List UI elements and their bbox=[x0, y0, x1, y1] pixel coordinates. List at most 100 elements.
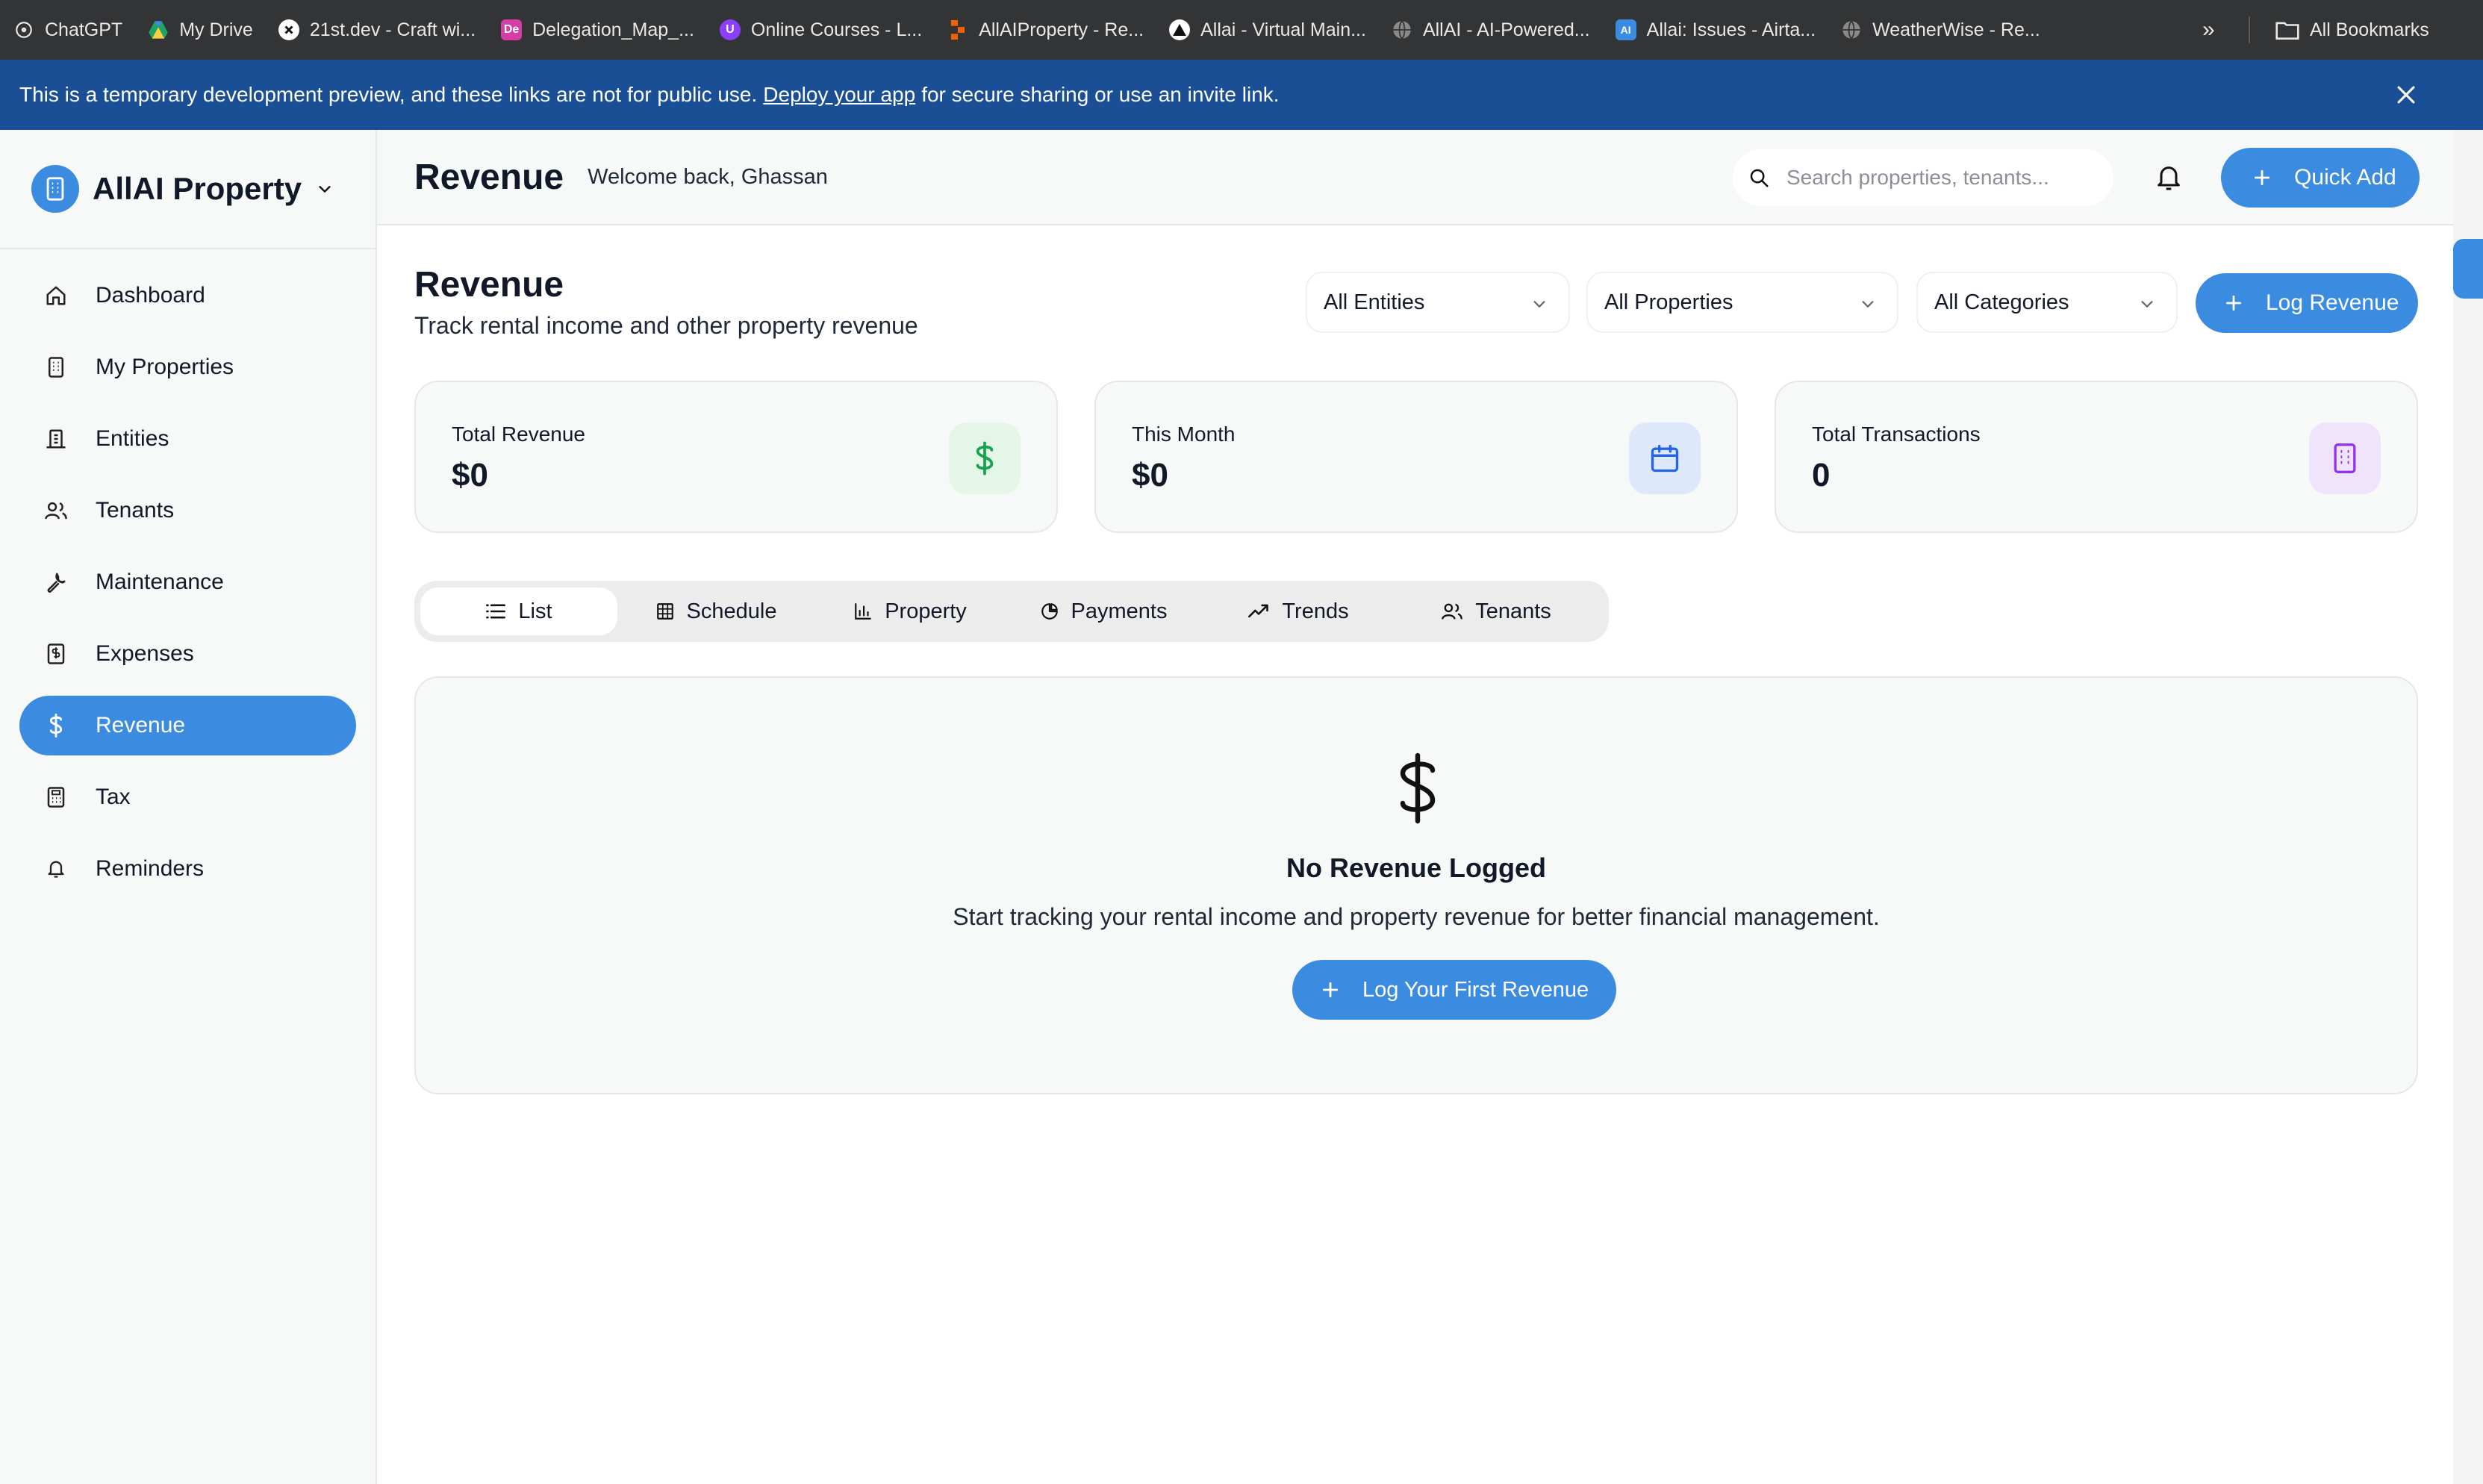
quick-add-button[interactable]: Quick Add bbox=[2221, 148, 2420, 208]
all-bookmarks-button[interactable]: All Bookmarks bbox=[2275, 0, 2429, 60]
chevron-down-icon bbox=[1862, 301, 1874, 308]
replit-icon bbox=[947, 19, 968, 40]
categories-filter-select[interactable]: All Categories bbox=[1916, 272, 2178, 333]
google-drive-icon bbox=[148, 19, 169, 40]
plus-icon bbox=[1322, 982, 1339, 998]
bookmark-my-drive[interactable]: My Drive bbox=[148, 0, 253, 60]
bookmark-allai-issues[interactable]: AI Allai: Issues - Airta... bbox=[1615, 0, 1816, 60]
sidebar-item-label: Tenants bbox=[96, 498, 175, 523]
sidebar-item-tenants[interactable]: Tenants bbox=[19, 481, 356, 540]
chevron-down-icon bbox=[319, 186, 331, 193]
section-title: Revenue bbox=[414, 265, 564, 305]
sidebar-item-expenses[interactable]: Expenses bbox=[19, 624, 356, 684]
trending-up-icon bbox=[1248, 604, 1269, 618]
building-icon bbox=[31, 165, 79, 213]
sidebar-item-label: Revenue bbox=[96, 713, 186, 738]
bookmark-label: My Drive bbox=[179, 19, 253, 40]
search-box[interactable] bbox=[1733, 149, 2113, 206]
log-revenue-button[interactable]: Log Revenue bbox=[2196, 273, 2418, 333]
udemy-icon: U bbox=[719, 19, 741, 40]
entities-filter-select[interactable]: All Entities bbox=[1306, 272, 1570, 333]
properties-filter-select[interactable]: All Properties bbox=[1586, 272, 1898, 333]
bookmark-allaiproperty[interactable]: AllAIProperty - Re... bbox=[947, 0, 1144, 60]
sidebar-item-my-properties[interactable]: My Properties bbox=[19, 337, 356, 397]
search-input[interactable] bbox=[1786, 166, 2085, 190]
stat-label: Total Transactions bbox=[1812, 423, 1981, 446]
sidebar-item-tax[interactable]: Tax bbox=[19, 767, 356, 827]
ai-icon: AI bbox=[1615, 19, 1636, 40]
users-icon bbox=[1442, 603, 1463, 620]
sidebar-item-maintenance[interactable]: Maintenance bbox=[19, 552, 356, 612]
tab-list[interactable]: List bbox=[420, 587, 617, 635]
top-header: Revenue Welcome back, Ghassan Quick Add bbox=[377, 130, 2453, 225]
welcome-message: Welcome back, Ghassan bbox=[588, 164, 828, 189]
empty-state-title: No Revenue Logged bbox=[1286, 852, 1547, 883]
sidebar-item-revenue[interactable]: Revenue bbox=[19, 696, 356, 755]
tab-property[interactable]: Property bbox=[814, 587, 1006, 635]
deploy-app-link[interactable]: Deploy your app bbox=[763, 83, 915, 107]
tab-tenants[interactable]: Tenants bbox=[1395, 587, 1597, 635]
bookmark-delegation-map[interactable]: De Delegation_Map_... bbox=[501, 0, 694, 60]
sidebar-item-label: Entities bbox=[96, 426, 169, 451]
bookmark-label: Delegation_Map_... bbox=[532, 19, 694, 40]
bookmark-label: AllAIProperty - Re... bbox=[979, 19, 1144, 40]
entities-icon bbox=[43, 426, 69, 452]
plus-icon bbox=[2225, 295, 2242, 311]
stat-card-total-revenue: Total Revenue $0 bbox=[414, 381, 1058, 533]
grid-icon bbox=[656, 603, 673, 620]
bookmark-label: AllAI - AI-Powered... bbox=[1422, 19, 1590, 40]
building-icon bbox=[2309, 423, 2381, 494]
bookmark-label: Online Courses - L... bbox=[750, 19, 923, 40]
sidebar-item-reminders[interactable]: Reminders bbox=[19, 839, 356, 899]
log-revenue-label: Log Revenue bbox=[2266, 290, 2399, 315]
empty-state-text: Start tracking your rental income and pr… bbox=[953, 903, 1880, 930]
sidebar-item-dashboard[interactable]: Dashboard bbox=[19, 266, 356, 325]
log-first-revenue-label: Log Your First Revenue bbox=[1362, 977, 1589, 1002]
pie-chart-icon bbox=[1041, 603, 1058, 620]
cropped-window-edge bbox=[2453, 0, 2483, 1484]
bell-icon bbox=[43, 856, 69, 882]
dev-preview-banner: This is a temporary development preview,… bbox=[0, 60, 2453, 130]
bookmark-21st[interactable]: 21st.dev - Craft wi... bbox=[278, 0, 476, 60]
notifications-bell-icon[interactable] bbox=[2154, 163, 2184, 193]
stat-value: $0 bbox=[452, 457, 488, 493]
globe-icon bbox=[1841, 19, 1862, 40]
tab-label: Trends bbox=[1282, 599, 1349, 623]
close-icon[interactable] bbox=[2393, 82, 2419, 107]
globe-icon bbox=[1392, 19, 1412, 40]
bar-chart-icon bbox=[855, 603, 872, 620]
bookmark-label: WeatherWise - Re... bbox=[1872, 19, 2040, 40]
sidebar-item-label: Dashboard bbox=[96, 283, 205, 308]
chatgpt-icon bbox=[13, 19, 34, 40]
bookmark-allai-powered[interactable]: AllAI - AI-Powered... bbox=[1392, 0, 1590, 60]
bookmark-label: 21st.dev - Craft wi... bbox=[309, 19, 476, 40]
dollar-icon bbox=[1400, 752, 1436, 824]
brand-switcher[interactable]: AllAI Property bbox=[0, 130, 376, 249]
tab-trends[interactable]: Trends bbox=[1201, 587, 1395, 635]
receipt-icon bbox=[43, 641, 69, 667]
chevron-down-icon bbox=[2141, 301, 2153, 308]
bookmark-chatgpt[interactable]: ChatGPT bbox=[13, 0, 122, 60]
search-icon bbox=[1750, 169, 1769, 187]
more-bookmarks-button[interactable]: » bbox=[2202, 0, 2215, 60]
folder-icon bbox=[2275, 22, 2299, 40]
banner-text: This is a temporary development preview,… bbox=[19, 83, 758, 106]
bookmark-label: Allai - Virtual Main... bbox=[1200, 19, 1366, 40]
tab-label: List bbox=[518, 599, 552, 623]
sidebar-nav: Dashboard My Properties Entities Tenants… bbox=[0, 249, 376, 899]
tab-payments[interactable]: Payments bbox=[1006, 587, 1201, 635]
bookmark-weatherwise[interactable]: WeatherWise - Re... bbox=[1841, 0, 2040, 60]
dollar-icon bbox=[949, 423, 1021, 494]
21st-icon bbox=[278, 19, 299, 40]
bookmark-allai-virtual[interactable]: Allai - Virtual Main... bbox=[1169, 0, 1366, 60]
bookmark-label: Allai: Issues - Airta... bbox=[1646, 19, 1816, 40]
sidebar-item-entities[interactable]: Entities bbox=[19, 409, 356, 469]
tab-schedule[interactable]: Schedule bbox=[617, 587, 814, 635]
sidebar-item-label: Maintenance bbox=[96, 570, 224, 594]
tab-label: Payments bbox=[1071, 599, 1168, 623]
section-subtitle: Track rental income and other property r… bbox=[414, 312, 918, 339]
users-icon bbox=[43, 498, 69, 523]
bookmark-online-courses[interactable]: U Online Courses - L... bbox=[719, 0, 923, 60]
log-first-revenue-button[interactable]: Log Your First Revenue bbox=[1292, 960, 1616, 1020]
sidebar-item-label: Expenses bbox=[96, 641, 194, 666]
